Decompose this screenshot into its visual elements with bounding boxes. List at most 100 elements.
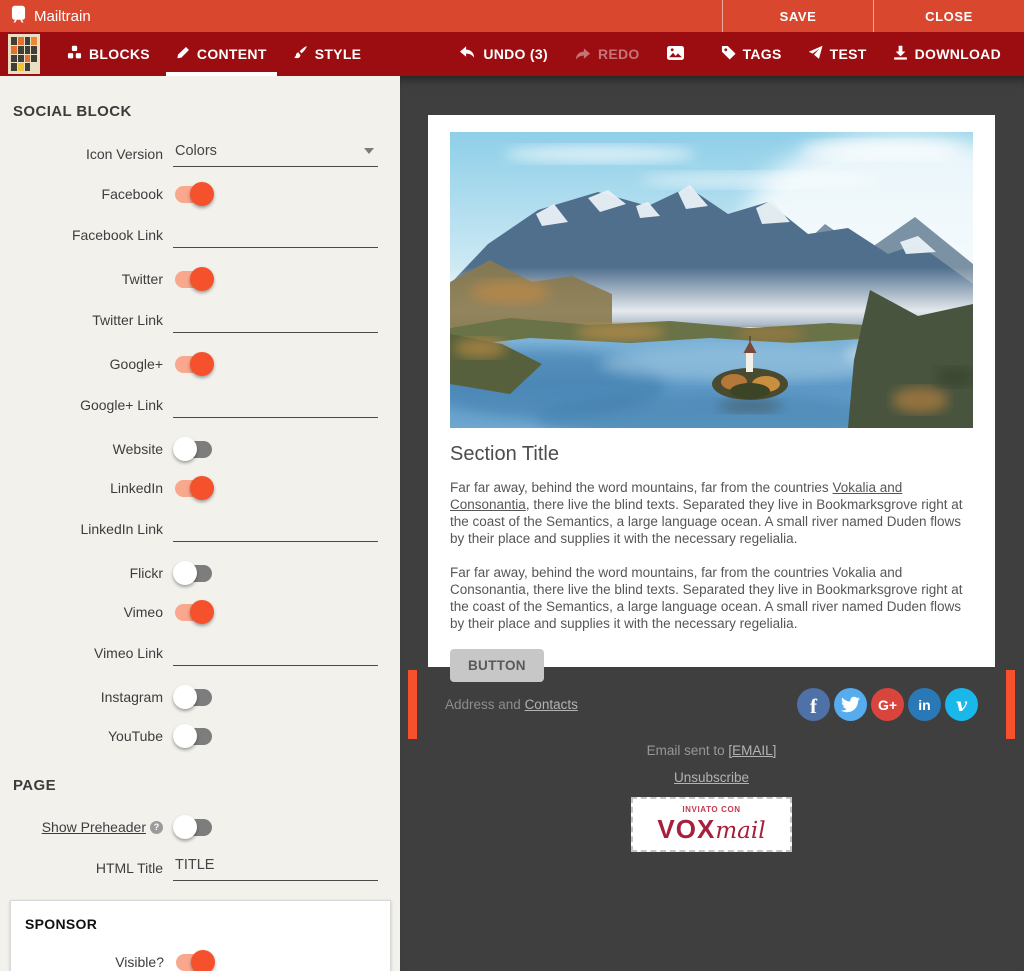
email-card: Section Title Far far away, behind the w… (428, 115, 995, 667)
download-icon (893, 45, 908, 63)
form-row-sponsor-visible: Visible? (23, 950, 378, 971)
image-icon (666, 45, 685, 64)
paragraph-2[interactable]: Far far away, behind the word mountains,… (450, 564, 973, 632)
gallery-button[interactable] (653, 32, 698, 76)
tab-content-label: CONTENT (197, 46, 267, 62)
redo-icon (574, 47, 591, 62)
form-row-google-plus: Google+ (13, 352, 387, 376)
facebook-label: Facebook (13, 186, 173, 202)
form-row-linkedin: LinkedIn (13, 476, 387, 500)
form-row-facebook: Facebook (13, 182, 387, 206)
form-row-twitter-link: Twitter Link (13, 306, 387, 333)
brush-icon (293, 45, 308, 63)
redo-button[interactable]: REDO (561, 32, 653, 76)
footer-social-block[interactable]: Address and Contacts f G+ in v (428, 670, 995, 739)
vimeo-link-input[interactable] (173, 639, 378, 666)
website-label: Website (13, 441, 173, 457)
website-toggle[interactable] (175, 441, 212, 458)
html-title-label: HTML Title (13, 860, 173, 876)
download-label: DOWNLOAD (915, 46, 1001, 62)
instagram-toggle[interactable] (175, 689, 212, 706)
section-title[interactable]: Section Title (450, 443, 973, 466)
unsubscribe-line: Unsubscribe (428, 770, 995, 785)
sponsor-visible-toggle[interactable] (176, 954, 213, 971)
tab-style-label: STYLE (315, 46, 362, 62)
vimeo-label: Vimeo (13, 604, 173, 620)
google-plus-icon[interactable]: G+ (871, 688, 904, 721)
test-label: TEST (830, 46, 867, 62)
tag-icon (721, 45, 736, 63)
form-row-google-plus-link: Google+ Link (13, 391, 387, 418)
form-row-twitter: Twitter (13, 267, 387, 291)
editor-toolbar: BLOCKS CONTENT STYLE UNDO (3) REDO (0, 32, 1024, 76)
tags-button[interactable]: TAGS (708, 32, 795, 76)
tab-style[interactable]: STYLE (280, 32, 375, 76)
email-token-link[interactable]: [EMAIL] (728, 743, 776, 758)
show-preheader-text[interactable]: Show Preheader (42, 819, 146, 835)
undo-button[interactable]: UNDO (3) (446, 32, 561, 76)
undo-label: UNDO (3) (483, 46, 548, 62)
linkedin-link-label: LinkedIn Link (13, 521, 173, 537)
icon-version-value: Colors (175, 143, 217, 159)
vimeo-link-label: Vimeo Link (13, 645, 173, 661)
youtube-toggle[interactable] (175, 728, 212, 745)
twitter-link-label: Twitter Link (13, 312, 173, 328)
download-button[interactable]: DOWNLOAD (880, 32, 1014, 76)
help-icon[interactable]: ? (150, 821, 163, 834)
google-plus-label: Google+ (13, 356, 173, 372)
tab-content[interactable]: CONTENT (163, 32, 280, 76)
vimeo-icon[interactable]: v (945, 688, 978, 721)
social-block-heading: SOCIAL BLOCK (13, 103, 387, 120)
blocks-icon (67, 45, 82, 63)
linkedin-icon[interactable]: in (908, 688, 941, 721)
icon-version-select[interactable]: Colors (173, 141, 378, 167)
test-button[interactable]: TEST (795, 32, 880, 76)
facebook-link-input[interactable] (173, 221, 378, 248)
twitter-toggle[interactable] (175, 271, 212, 288)
icon-version-label: Icon Version (13, 146, 173, 162)
paragraph-1[interactable]: Far far away, behind the word mountains,… (450, 479, 973, 547)
vimeo-toggle[interactable] (175, 604, 212, 621)
tab-blocks-label: BLOCKS (89, 46, 150, 62)
save-button[interactable]: SAVE (722, 0, 873, 32)
instagram-label: Instagram (13, 689, 173, 705)
flickr-toggle[interactable] (175, 565, 212, 582)
unsubscribe-link[interactable]: Unsubscribe (674, 770, 749, 785)
contacts-link[interactable]: Contacts (525, 697, 578, 712)
address-text: Address and (445, 697, 525, 712)
twitter-label: Twitter (13, 271, 173, 287)
voxmail-stamp[interactable]: INVIATO CON VOXmail (631, 797, 792, 852)
facebook-toggle[interactable] (175, 186, 212, 203)
tab-blocks[interactable]: BLOCKS (54, 32, 163, 76)
form-row-preheader: Show Preheader? (13, 815, 387, 839)
page-heading: PAGE (13, 777, 387, 794)
form-row-youtube: YouTube (13, 724, 387, 748)
settings-panel: SOCIAL BLOCK Icon Version Colors Faceboo… (0, 76, 400, 971)
tags-label: TAGS (743, 46, 782, 62)
form-row-facebook-link: Facebook Link (13, 221, 387, 248)
brand: Mailtrain (0, 0, 91, 32)
social-icons: f G+ in v (797, 688, 978, 721)
email-sent-text: Email sent to (647, 743, 729, 758)
email-sent-line: Email sent to [EMAIL] (428, 743, 995, 758)
mailtrain-editor: Mailtrain SAVE CLOSE BLOCKS CONTENT STYL… (0, 0, 1024, 971)
html-title-input[interactable] (173, 854, 378, 881)
facebook-icon[interactable]: f (797, 688, 830, 721)
close-button[interactable]: CLOSE (873, 0, 1024, 32)
google-plus-toggle[interactable] (175, 356, 212, 373)
twitter-link-input[interactable] (173, 306, 378, 333)
hero-image[interactable] (450, 132, 973, 428)
form-row-linkedin-link: LinkedIn Link (13, 515, 387, 542)
block-selection-bar-left (408, 670, 417, 739)
form-row-vimeo-link: Vimeo Link (13, 639, 387, 666)
google-plus-link-input[interactable] (173, 391, 378, 418)
paragraph-1-text: Far far away, behind the word mountains,… (450, 480, 832, 495)
brand-title: Mailtrain (34, 8, 91, 25)
linkedin-link-input[interactable] (173, 515, 378, 542)
twitter-icon[interactable] (834, 688, 867, 721)
sponsor-card: SPONSOR Visible? (10, 900, 391, 971)
show-preheader-toggle[interactable] (175, 819, 212, 836)
email-body: Section Title Far far away, behind the w… (428, 428, 995, 682)
linkedin-toggle[interactable] (175, 480, 212, 497)
google-plus-link-label: Google+ Link (13, 397, 173, 413)
